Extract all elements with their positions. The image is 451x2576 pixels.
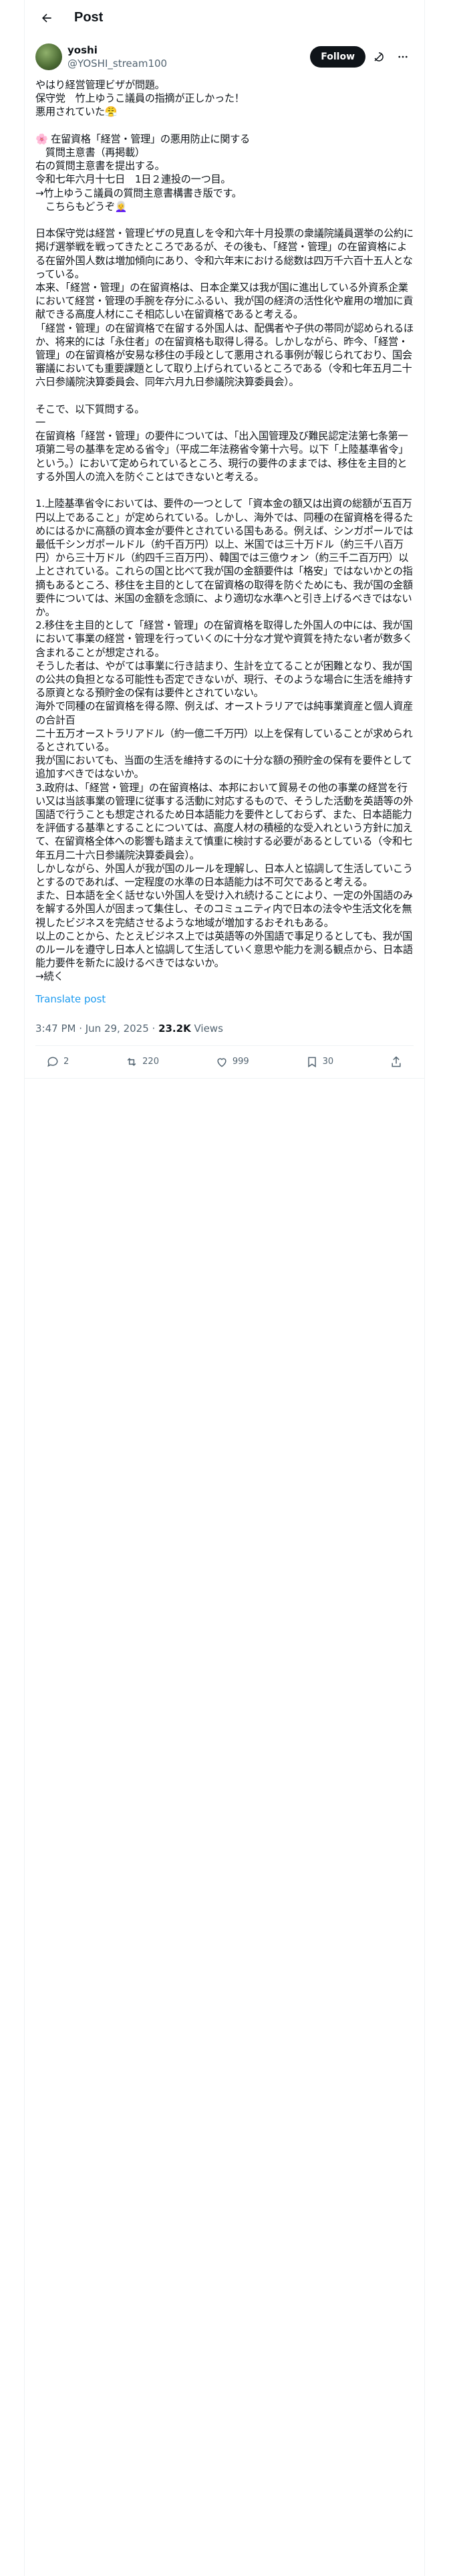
reply-icon [47,1057,58,1067]
author-row: yoshi @YOSHI_stream100 Follow [25,35,424,70]
post-column: Post yoshi @YOSHI_stream100 Follow やはり経営… [24,0,425,2576]
repost-count: 220 [142,1057,159,1067]
action-bar: 2 220 999 30 [25,1046,424,1079]
page-title: Post [74,10,104,25]
post-text: やはり経営管理ビザが問題。 保守党 竹上ゆうこ議員の指摘が正しかった！ 悪用され… [35,79,414,983]
post-timestamp[interactable]: 3:47 PM · Jun 29, 2025 · [35,1023,158,1035]
more-icon [398,56,408,58]
bookmark-count: 30 [322,1057,334,1067]
grok-icon [374,52,384,62]
views-label: Views [190,1022,223,1035]
repost-icon [127,1057,136,1066]
more-button[interactable] [392,46,414,68]
share-icon [392,1056,401,1067]
grok-button[interactable] [368,46,390,68]
display-name[interactable]: yoshi [67,43,310,57]
post-meta: 3:47 PM · Jun 29, 2025 · 23.2K Views [35,1005,414,1046]
avatar[interactable] [35,43,62,70]
bookmark-button[interactable]: 30 [305,1055,334,1069]
user-handle[interactable]: @YOSHI_stream100 [67,57,310,70]
reply-count: 2 [63,1057,69,1067]
top-bar: Post [25,0,424,35]
author-names: yoshi @YOSHI_stream100 [67,43,310,70]
reply-button[interactable]: 2 [46,1055,69,1069]
translate-post-link[interactable]: Translate post [25,984,424,1005]
arrow-left-icon [42,13,51,22]
like-count: 999 [232,1057,249,1067]
follow-button[interactable]: Follow [310,46,365,68]
heart-icon [217,1057,227,1067]
views-count: 23.2K [158,1022,191,1035]
repost-button[interactable]: 220 [125,1055,159,1069]
share-button[interactable] [390,1055,403,1069]
back-button[interactable] [35,7,58,29]
like-button[interactable]: 999 [215,1055,249,1069]
bookmark-icon [307,1057,316,1067]
